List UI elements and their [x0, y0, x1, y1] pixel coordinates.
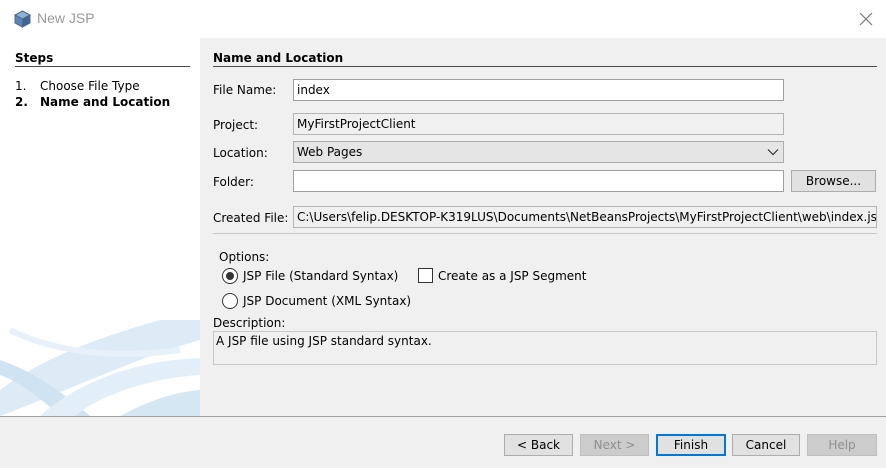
- jsp-document-radio-label[interactable]: JSP Document (XML Syntax): [243, 294, 411, 308]
- browse-button[interactable]: Browse...: [791, 170, 876, 192]
- window-title: New JSP: [37, 10, 95, 26]
- cube-icon: [13, 10, 32, 28]
- close-button[interactable]: [851, 6, 881, 32]
- chevron-down-icon: [767, 149, 779, 156]
- jsp-file-radio-label[interactable]: JSP File (Standard Syntax): [243, 269, 398, 283]
- step-name-and-location: 2. Name and Location: [15, 95, 170, 109]
- location-label: Location:: [213, 146, 268, 160]
- jsp-file-radio[interactable]: [222, 268, 238, 284]
- file-name-label: File Name:: [213, 83, 277, 97]
- created-file-label: Created File:: [213, 211, 289, 225]
- title-bar: New JSP: [0, 0, 886, 38]
- description-label: Description:: [213, 316, 286, 330]
- steps-title: Steps: [15, 51, 54, 65]
- next-button[interactable]: Next >: [580, 434, 649, 456]
- created-file-field: C:\Users\felip.DESKTOP-K319LUS\Documents…: [293, 206, 877, 228]
- folder-input[interactable]: [293, 170, 784, 192]
- step-label: Name and Location: [40, 95, 171, 109]
- button-bar: < Back Next > Finish Cancel Help: [0, 416, 886, 468]
- steps-panel: Steps 1. Choose File Type 2. Name and Loca…: [0, 38, 200, 416]
- step-choose-file-type: 1. Choose File Type: [15, 79, 140, 93]
- project-field: MyFirstProjectClient: [293, 113, 784, 135]
- file-name-input[interactable]: index: [293, 79, 784, 101]
- step-number: 1.: [15, 79, 27, 93]
- close-icon: [859, 12, 873, 26]
- jsp-segment-checkbox-label[interactable]: Create as a JSP Segment: [438, 269, 586, 283]
- main-panel: Name and Location File Name: index Proje…: [200, 38, 886, 416]
- options-separator: [213, 233, 877, 234]
- location-dropdown[interactable]: Web Pages: [293, 141, 784, 163]
- steps-divider: [15, 66, 190, 67]
- jsp-segment-checkbox[interactable]: [418, 268, 433, 283]
- folder-label: Folder:: [213, 175, 254, 189]
- options-label: Options:: [219, 250, 270, 264]
- step-number: 2.: [15, 95, 28, 109]
- description-text: A JSP file using JSP standard syntax.: [216, 334, 432, 348]
- location-value: Web Pages: [297, 145, 363, 159]
- finish-button[interactable]: Finish: [656, 434, 726, 456]
- wizard-decoration-graphic: [0, 320, 200, 416]
- project-label: Project:: [213, 118, 259, 132]
- step-label: Choose File Type: [40, 79, 140, 93]
- cancel-button[interactable]: Cancel: [732, 434, 800, 456]
- help-button[interactable]: Help: [807, 434, 877, 456]
- section-title: Name and Location: [213, 51, 344, 65]
- description-box: A JSP file using JSP standard syntax.: [213, 331, 877, 365]
- section-divider: [213, 66, 877, 67]
- back-button[interactable]: < Back: [504, 434, 573, 456]
- jsp-document-radio[interactable]: [222, 293, 238, 309]
